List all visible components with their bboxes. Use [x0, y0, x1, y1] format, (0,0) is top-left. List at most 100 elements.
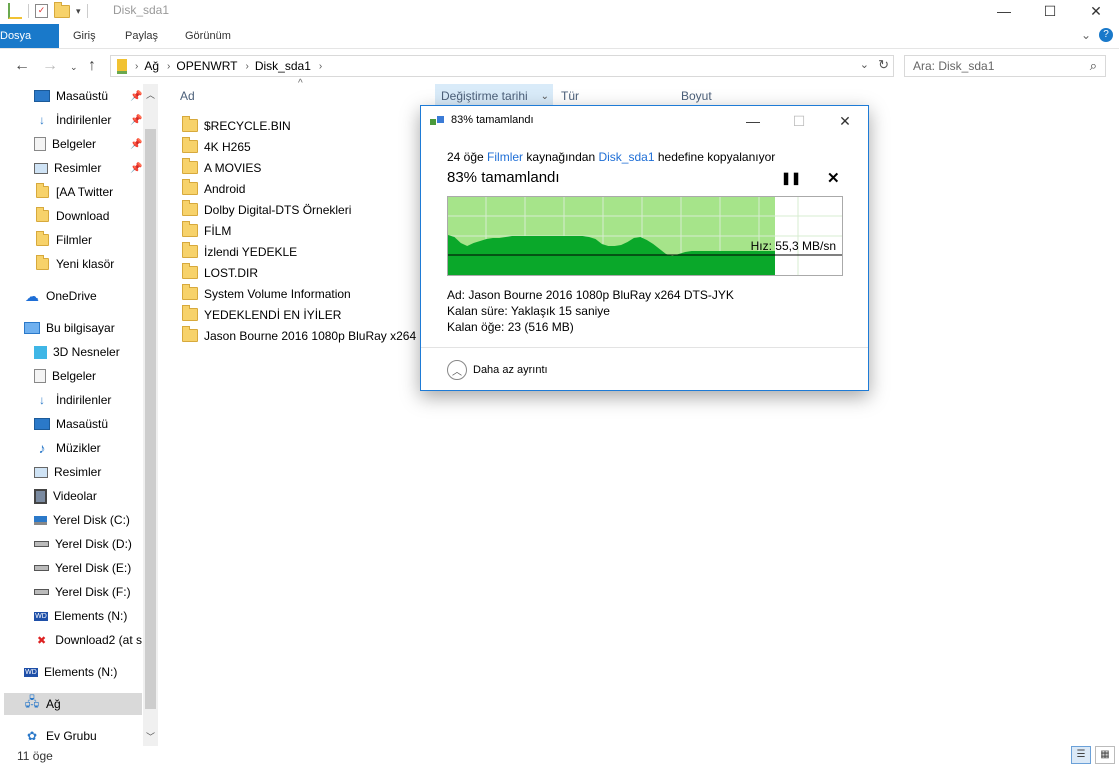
nav-item-download2[interactable]: ✖ Download2 (at s — [34, 629, 142, 651]
tab-file[interactable]: Dosya — [0, 24, 59, 48]
details-view-icon[interactable]: ☰ — [1071, 746, 1091, 764]
nav-item-new-folder[interactable]: Yeni klasör — [34, 253, 192, 275]
breadcrumb-separator-icon[interactable]: › — [246, 61, 249, 72]
list-item[interactable]: System Volume Information — [182, 283, 351, 304]
breadcrumb-network[interactable]: Ağ — [144, 59, 159, 73]
nav-item-downloads[interactable]: ↓ İndirilenler 📌 — [34, 109, 192, 131]
close-button[interactable]: ✕ — [1073, 0, 1119, 22]
destination-link[interactable]: Disk_sda1 — [598, 150, 654, 164]
help-icon[interactable]: ? — [1099, 28, 1113, 42]
nav-item-elements[interactable]: WD Elements (N:) — [24, 661, 182, 683]
customize-qat-icon[interactable]: ▾ — [76, 6, 81, 17]
network-icon: 🖧 — [24, 694, 40, 709]
nav-item-onedrive[interactable]: ☁ OneDrive — [24, 285, 182, 307]
column-header-name[interactable]: Ad — [180, 84, 195, 108]
forward-arrow-icon[interactable]: → — [42, 57, 58, 75]
nav-label: İndirilenler — [56, 113, 112, 127]
nav-item-homegroup[interactable]: ✿ Ev Grubu — [24, 725, 182, 747]
nav-item-3d-objects[interactable]: 3D Nesneler — [34, 341, 192, 363]
scrollbar-thumb[interactable] — [145, 129, 156, 709]
nav-label: OneDrive — [46, 289, 97, 303]
less-details-button[interactable]: ︿ Daha az ayrıntı — [447, 360, 548, 380]
nav-scrollbar[interactable]: ︿ ﹀ — [143, 84, 158, 746]
dialog-minimize-button[interactable]: — — [730, 106, 776, 136]
scroll-down-icon[interactable]: ﹀ — [146, 730, 155, 743]
list-item[interactable]: İzlendi YEDEKLE — [182, 241, 297, 262]
nav-item-pc-downloads[interactable]: ↓ İndirilenler — [34, 389, 192, 411]
nav-item-disk-e[interactable]: Yerel Disk (E:) — [34, 557, 192, 579]
nav-label: Yerel Disk (F:) — [55, 585, 131, 599]
nav-label: [AA Twitter — [56, 185, 114, 199]
file-name: A MOVIES — [204, 160, 262, 175]
pause-button[interactable]: ❚❚ — [781, 171, 801, 185]
expand-ribbon-icon[interactable]: ⌄ — [1081, 28, 1091, 42]
nav-item-elements-n[interactable]: WD Elements (N:) — [34, 605, 192, 627]
nav-item-pc-pictures[interactable]: Resimler — [34, 461, 192, 483]
copy-description: 24 öğe Filmler kaynağından Disk_sda1 hed… — [447, 150, 775, 164]
list-item[interactable]: $RECYCLE.BIN — [182, 115, 291, 136]
list-item[interactable]: Jason Bourne 2016 1080p BluRay x264 DT..… — [182, 325, 444, 346]
address-bar[interactable]: › Ağ › OPENWRT › Disk_sda1 › ⌄ ↻ — [110, 55, 894, 77]
recent-locations-icon[interactable]: ⌄ — [70, 62, 78, 73]
list-item[interactable]: FİLM — [182, 220, 231, 241]
nav-label: Ev Grubu — [46, 729, 97, 743]
search-icon[interactable]: ⌕ — [1090, 58, 1097, 74]
stop-button[interactable]: ✕ — [827, 169, 840, 187]
nav-item-disk-d[interactable]: Yerel Disk (D:) — [34, 533, 192, 555]
nav-item-pc-desktop[interactable]: Masaüstü — [34, 413, 192, 435]
nav-label: Yeni klasör — [56, 257, 115, 271]
search-box[interactable]: Ara: Disk_sda1 ⌕ — [904, 55, 1106, 77]
list-item[interactable]: A MOVIES — [182, 157, 261, 178]
list-item[interactable]: 4K H265 — [182, 136, 251, 157]
list-item[interactable]: LOST.DIR — [182, 262, 258, 283]
address-dropdown-icon[interactable]: ⌄ — [860, 58, 869, 71]
new-folder-icon[interactable] — [54, 1, 70, 18]
maximize-button[interactable]: ☐ — [1027, 0, 1073, 22]
file-name: LOST.DIR — [204, 265, 259, 280]
tab-home[interactable]: Giriş — [73, 24, 96, 48]
breadcrumb-separator-icon[interactable]: › — [167, 61, 170, 72]
nav-item-music[interactable]: ♪ Müzikler — [34, 437, 192, 459]
nav-item-aa-twitter[interactable]: [AA Twitter — [34, 181, 192, 203]
list-item[interactable]: Dolby Digital-DTS Örnekleri — [182, 199, 351, 220]
pictures-icon — [34, 162, 48, 174]
list-item[interactable]: YEDEKLENDİ EN İYİLER — [182, 304, 341, 325]
breadcrumb-separator-icon[interactable]: › — [135, 61, 138, 72]
breadcrumb-separator-icon[interactable]: › — [319, 61, 322, 72]
title-bar: ✓ ▾ Disk_sda1 — ☐ ✕ — [0, 0, 1119, 24]
folder-icon — [182, 305, 198, 321]
column-dropdown-icon[interactable]: ⌄ — [541, 91, 549, 102]
folder-icon — [182, 263, 198, 279]
up-arrow-icon[interactable]: ↑ — [88, 57, 96, 75]
refresh-icon[interactable]: ↻ — [878, 57, 889, 73]
minimize-button[interactable]: — — [981, 0, 1027, 22]
nav-item-disk-c[interactable]: Yerel Disk (C:) — [34, 509, 192, 531]
nav-item-this-pc[interactable]: Bu bilgisayar — [24, 317, 182, 339]
large-icons-view-icon[interactable]: ▦ — [1095, 746, 1115, 764]
tab-share[interactable]: Paylaş — [125, 24, 158, 48]
music-icon: ♪ — [38, 440, 46, 456]
dialog-close-button[interactable]: ✕ — [822, 106, 868, 136]
nav-item-pictures[interactable]: Resimler 📌 — [34, 157, 192, 179]
nav-item-filmler[interactable]: Filmler — [34, 229, 192, 251]
nav-item-download[interactable]: Download — [34, 205, 192, 227]
list-item[interactable]: Android — [182, 178, 245, 199]
nav-item-pc-documents[interactable]: Belgeler — [34, 365, 192, 387]
breadcrumb-disk[interactable]: Disk_sda1 — [255, 59, 311, 73]
nav-item-desktop[interactable]: Masaüstü 📌 — [34, 85, 192, 107]
dialog-maximize-button[interactable]: ☐ — [776, 106, 822, 136]
nav-item-disk-f[interactable]: Yerel Disk (F:) — [34, 581, 192, 603]
back-arrow-icon[interactable]: ← — [14, 57, 30, 75]
source-link[interactable]: Filmler — [487, 150, 523, 164]
check-icon[interactable]: ✓ — [35, 4, 48, 18]
nav-label: Ağ — [46, 697, 61, 711]
scroll-up-icon[interactable]: ︿ — [146, 88, 155, 101]
tab-view[interactable]: Görünüm — [185, 24, 231, 48]
nav-item-network[interactable]: 🖧 Ağ — [4, 693, 142, 715]
breadcrumb-openwrt[interactable]: OPENWRT — [176, 59, 237, 73]
properties-icon[interactable] — [8, 3, 22, 19]
windows-drive-icon — [34, 515, 47, 525]
nav-item-documents[interactable]: Belgeler 📌 — [34, 133, 192, 155]
nav-item-videos[interactable]: Videolar — [34, 485, 192, 507]
nav-label: Videolar — [53, 489, 97, 503]
